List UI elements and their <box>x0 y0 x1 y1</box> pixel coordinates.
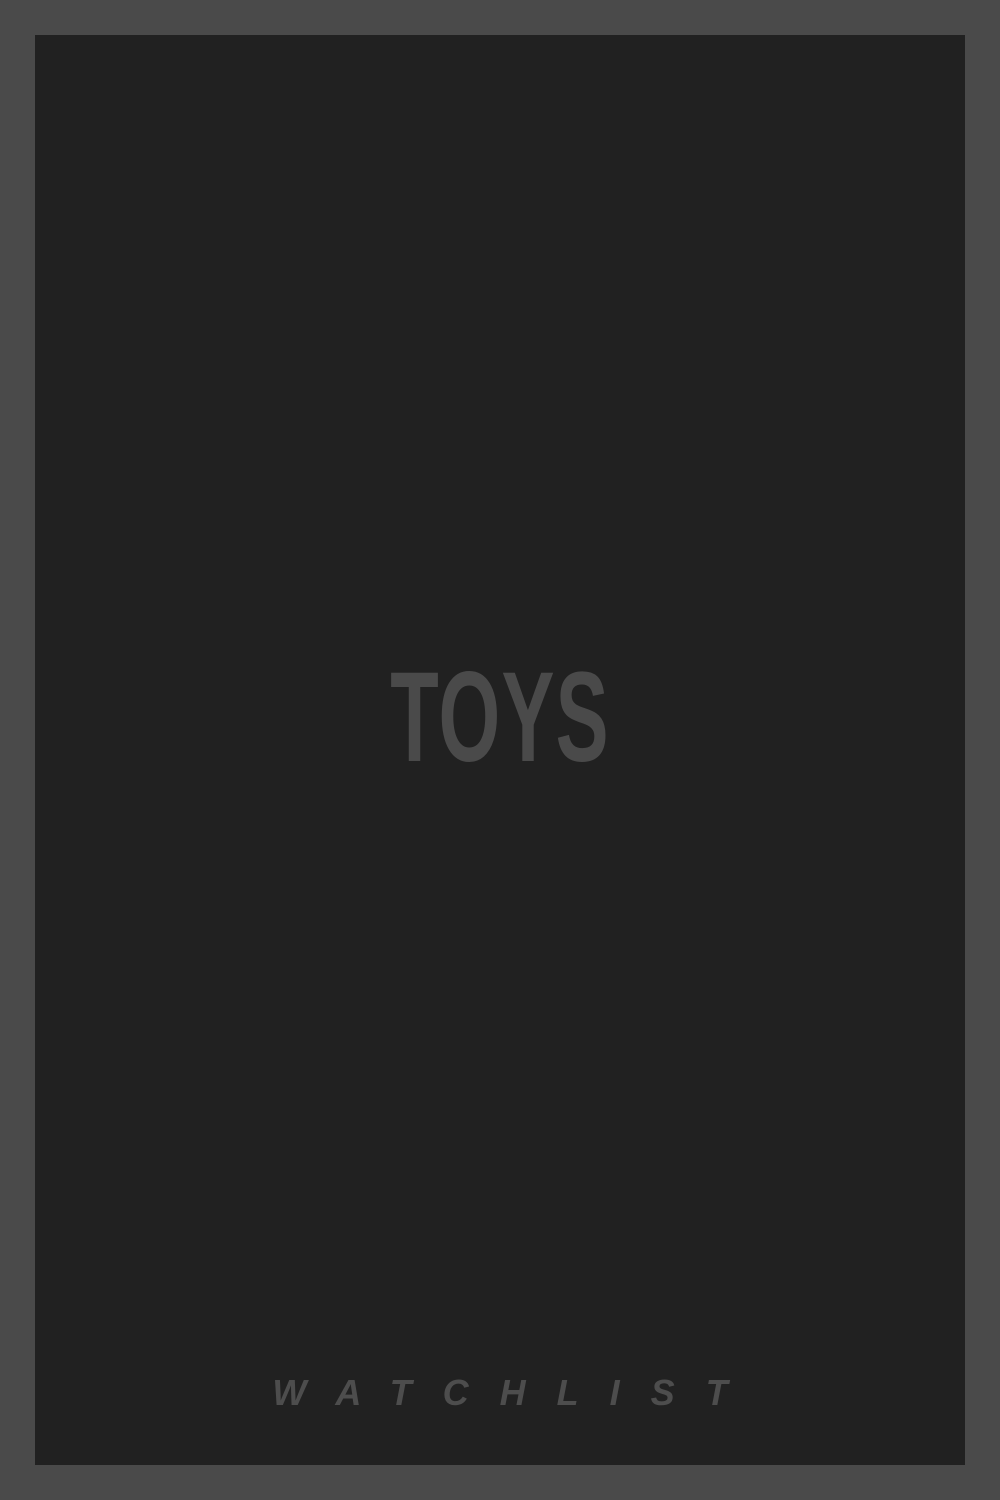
poster-panel: TOYS WATCHLIST <box>35 35 965 1465</box>
poster-subtitle: WATCHLIST <box>272 1372 759 1413</box>
poster-frame: TOYS WATCHLIST <box>0 0 1000 1500</box>
poster-title: TOYS <box>390 646 610 789</box>
